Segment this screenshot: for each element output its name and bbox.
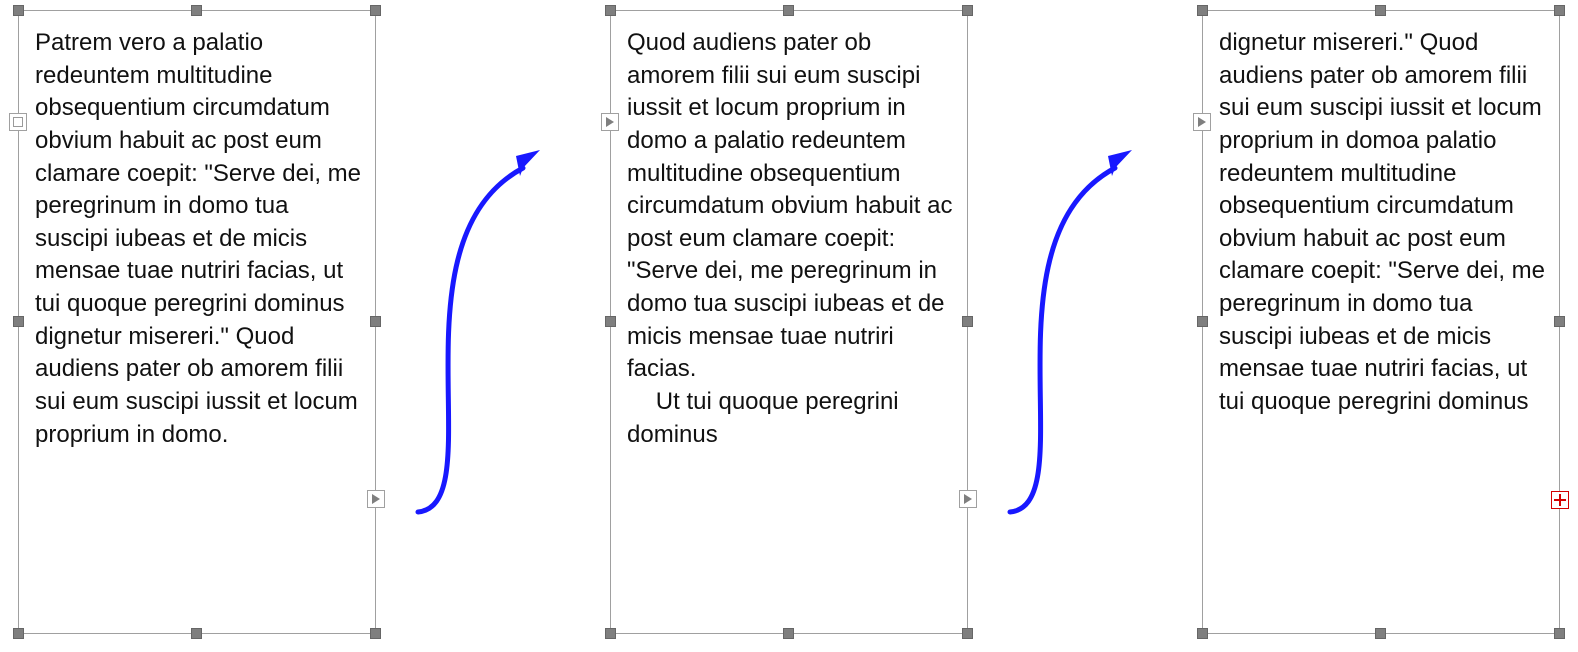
resize-handle-bm[interactable]: [191, 628, 202, 639]
resize-handle-bm[interactable]: [1375, 628, 1386, 639]
text-frame-content[interactable]: Quod audiens pater ob amorem filii sui e…: [627, 27, 953, 627]
text-frame-1[interactable]: Patrem vero a palatio redeuntem multitud…: [18, 10, 376, 634]
resize-handle-mr[interactable]: [370, 316, 381, 327]
thread-in-port[interactable]: [601, 113, 619, 131]
resize-handle-tl[interactable]: [13, 5, 24, 16]
thread-port-arrow-icon: [1198, 117, 1206, 127]
paragraph: Patrem vero a palatio redeuntem multitud…: [35, 27, 361, 451]
resize-handle-ml[interactable]: [13, 316, 24, 327]
thread-port-arrow-icon: [372, 494, 380, 504]
resize-handle-bl[interactable]: [605, 628, 616, 639]
resize-handle-br[interactable]: [1554, 628, 1565, 639]
paragraph: dignetur misereri." Quod audiens pater o…: [1219, 27, 1545, 419]
resize-handle-tr[interactable]: [962, 5, 973, 16]
resize-handle-bm[interactable]: [783, 628, 794, 639]
resize-handle-br[interactable]: [370, 628, 381, 639]
paragraph: Quod audiens pater ob amorem filii sui e…: [627, 27, 953, 386]
resize-handle-tm[interactable]: [1375, 5, 1386, 16]
resize-handle-bl[interactable]: [13, 628, 24, 639]
thread-in-port[interactable]: [9, 113, 27, 131]
overflow-indicator[interactable]: [1551, 491, 1569, 509]
thread-in-port[interactable]: [1193, 113, 1211, 131]
thread-link-arrow: [980, 120, 1190, 520]
text-frame-2[interactable]: Quod audiens pater ob amorem filii sui e…: [610, 10, 968, 634]
text-frame-3[interactable]: dignetur misereri." Quod audiens pater o…: [1202, 10, 1560, 634]
thread-port-empty-icon: [13, 117, 23, 127]
resize-handle-bl[interactable]: [1197, 628, 1208, 639]
text-frame-content[interactable]: dignetur misereri." Quod audiens pater o…: [1219, 27, 1545, 627]
thread-out-port[interactable]: [959, 490, 977, 508]
thread-out-port[interactable]: [367, 490, 385, 508]
text-frame-content[interactable]: Patrem vero a palatio redeuntem multitud…: [35, 27, 361, 627]
resize-handle-tr[interactable]: [370, 5, 381, 16]
resize-handle-ml[interactable]: [1197, 316, 1208, 327]
resize-handle-tr[interactable]: [1554, 5, 1565, 16]
paragraph: Ut tui quoque peregrini dominus: [627, 386, 953, 451]
resize-handle-br[interactable]: [962, 628, 973, 639]
resize-handle-tl[interactable]: [605, 5, 616, 16]
resize-handle-mr[interactable]: [962, 316, 973, 327]
thread-link-arrow: [388, 120, 598, 520]
resize-handle-tm[interactable]: [191, 5, 202, 16]
thread-port-arrow-icon: [964, 494, 972, 504]
resize-handle-mr[interactable]: [1554, 316, 1565, 327]
resize-handle-tl[interactable]: [1197, 5, 1208, 16]
thread-port-arrow-icon: [606, 117, 614, 127]
resize-handle-tm[interactable]: [783, 5, 794, 16]
resize-handle-ml[interactable]: [605, 316, 616, 327]
